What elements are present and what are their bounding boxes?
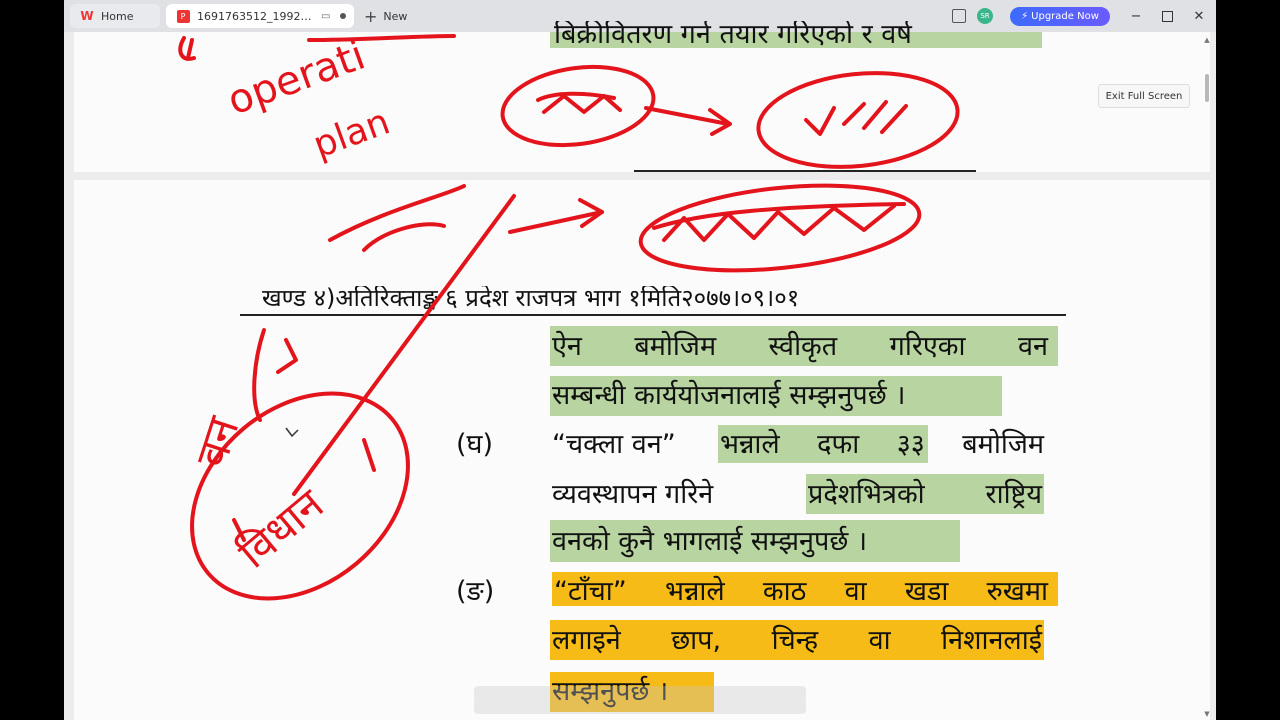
scroll-down-icon[interactable]: ▼ [1202,710,1212,718]
pdf-page-previous: बिक्रीवितरण गर्न तयार गरिएको र वर्ष [74,21,1210,172]
pdf-file-icon: P [176,9,190,23]
item-gha-line2-b: प्रदेशभित्रको राष्ट्रिय [808,479,1042,510]
floating-toolbar[interactable] [474,686,806,714]
item-nga-label: (ङ) [456,576,495,607]
para1-line2: सम्बन्धी कार्ययोजनालाई सम्झनुपर्छ । [552,380,906,411]
scrollbar-thumb[interactable] [1205,74,1209,102]
maximize-icon[interactable] [1159,8,1175,24]
header-rule [240,314,1066,316]
plus-icon: + [364,6,378,26]
close-icon[interactable]: ✕ [1191,8,1207,24]
pdf-page-current: खण्ड ४)अतिरिक्ताङ्क ६ प्रदेश राजपत्र भाग… [74,180,1210,720]
upgrade-now-label: Upgrade Now [1031,11,1099,22]
tab-home[interactable]: W Home [70,4,160,28]
tab-new[interactable]: + New [360,4,420,28]
document-viewport[interactable]: बिक्रीवितरण गर्न तयार गरिएको र वर्ष खण्ड… [64,21,1216,720]
monitor-icon: ▭ [321,10,331,22]
item-gha-line2-a: व्यवस्थापन गरिने [552,479,714,510]
item-gha-line1-b: भन्नाले दफा ३३ बमोजिम [720,429,1044,460]
tab-document[interactable]: P 1691763512_1992968366_u ▭ [166,4,354,28]
item-nga-line2: लगाइने छाप, चिन्ह वा निशानलाई [552,625,1042,656]
item-gha-line3: वनको कुनै भागलाई सम्झनुपर्छ । [552,526,868,557]
tab-document-label: 1691763512_1992968366_u [197,9,317,23]
item-gha-label: (घ) [456,429,494,460]
item-gha-line1-a: “चक्ला वन” [552,429,676,460]
unsaved-dot-icon[interactable] [340,13,347,19]
app-window: W Home P 1691763512_1992968366_u ▭ + New… [64,0,1216,720]
minimize-icon[interactable]: − [1128,8,1144,24]
para1-line1: ऐन बमोजिम स्वीकृत गरिएका वन [552,331,1048,362]
item-nga-line1: “टाँचा” भन्नाले काठ वा खडा रुखमा [554,576,1048,607]
exit-fullscreen-button[interactable]: Exit Full Screen [1098,84,1190,108]
vertical-scrollbar[interactable]: ▲ ▼ [1202,36,1212,720]
tab-new-label: New [383,9,408,23]
tab-home-label: Home [101,9,134,23]
exit-fullscreen-label: Exit Full Screen [1105,90,1183,102]
top-partial-line: बिक्रीवितरण गर्न तयार गरिएको र वर्ष [554,21,912,47]
wps-logo-icon: W [80,9,94,23]
scroll-up-icon[interactable]: ▲ [1202,36,1212,44]
underline-rule [634,170,976,172]
